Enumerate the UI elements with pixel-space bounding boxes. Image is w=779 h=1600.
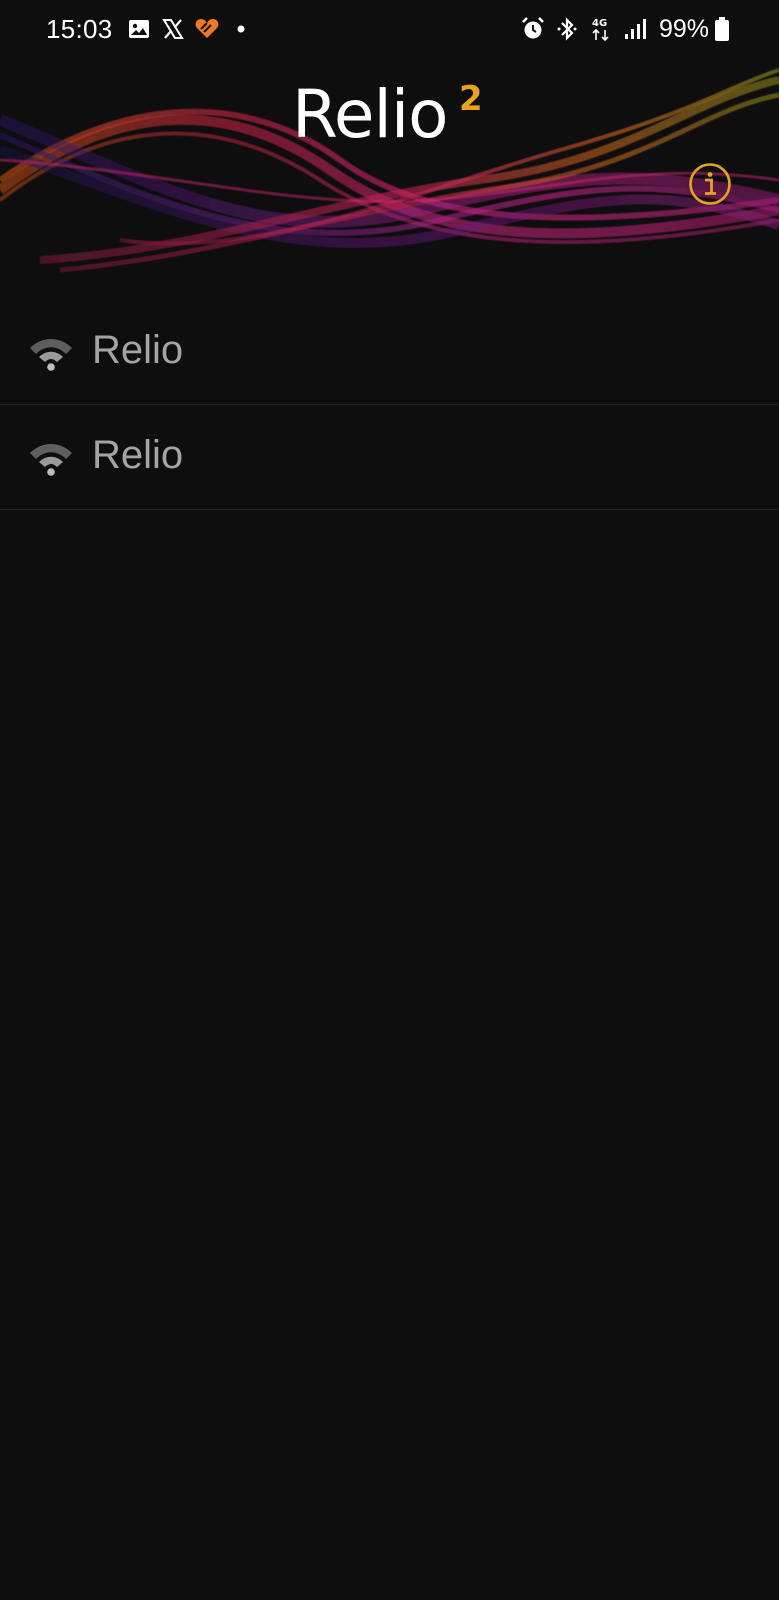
battery-percent: 99% xyxy=(658,14,709,43)
device-name: Relio xyxy=(92,433,184,477)
app-header: Relio 2 xyxy=(0,60,779,290)
status-time: 15:03 xyxy=(46,13,113,44)
x-icon xyxy=(159,15,187,43)
alarm-icon xyxy=(519,15,547,43)
battery-icon xyxy=(713,15,731,43)
status-bar: 15:03 4G 99% xyxy=(0,0,779,60)
device-list-item[interactable]: Relio xyxy=(0,300,779,405)
info-button[interactable] xyxy=(688,162,732,206)
app-title: Relio xyxy=(292,76,449,153)
gallery-icon xyxy=(125,15,153,43)
wifi-icon xyxy=(30,444,72,476)
device-list-item[interactable]: Relio xyxy=(0,405,779,510)
device-list: Relio Relio xyxy=(0,300,779,510)
bluetooth-icon xyxy=(553,15,581,43)
info-icon xyxy=(689,163,731,205)
app-title-superscript: 2 xyxy=(459,79,483,119)
network-label: 4G xyxy=(592,18,607,29)
heart-app-icon xyxy=(193,15,221,43)
device-name: Relio xyxy=(92,328,184,372)
dot-icon xyxy=(227,15,255,43)
signal-icon xyxy=(621,15,649,43)
4g-icon: 4G xyxy=(587,15,615,43)
wifi-icon xyxy=(30,339,72,371)
